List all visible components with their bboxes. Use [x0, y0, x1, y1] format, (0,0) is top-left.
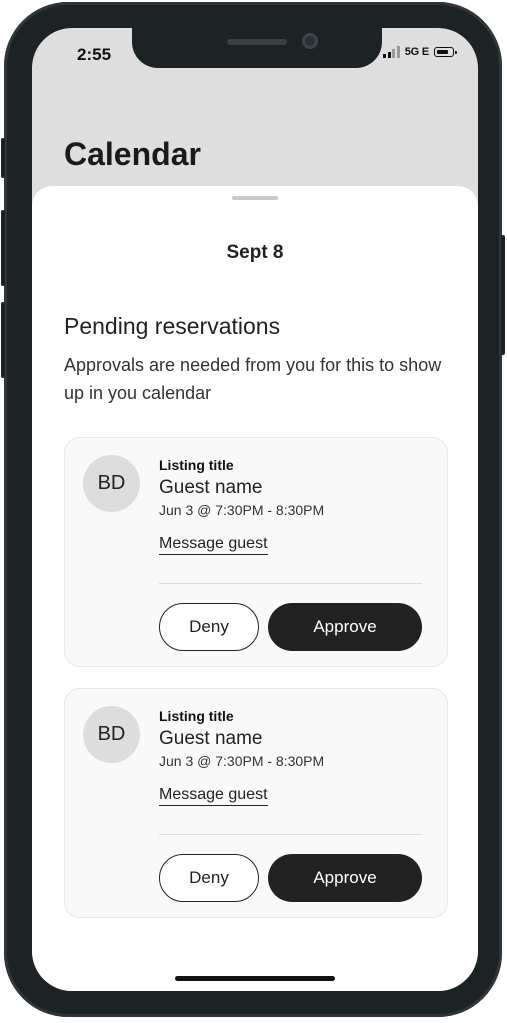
volume-up-button: [1, 210, 5, 286]
section-title: Pending reservations: [64, 313, 281, 339]
reservation-card: BD Listing title Guest name Jun 3 @ 7:30…: [64, 437, 448, 667]
battery-icon: [434, 47, 457, 57]
front-camera: [302, 33, 318, 49]
network-label: 5G E: [404, 46, 429, 58]
sheet-date: Sept 8: [226, 242, 284, 263]
mute-switch: [1, 138, 5, 178]
message-guest-link[interactable]: Message guest: [159, 535, 268, 555]
sheet-grabber[interactable]: [232, 196, 278, 200]
reservation-time: Jun 3 @ 7:30PM - 8:30PM: [159, 502, 325, 518]
listing-title: Listing title: [159, 708, 234, 724]
speaker-grille: [227, 39, 287, 45]
section-description: Approvals are needed from you for this t…: [64, 355, 442, 403]
phone-frame: 2:55 5G E Calendar Sept 8 Pending reserv…: [1, 2, 505, 1017]
notch: [132, 28, 382, 68]
reservation-details: Listing title Guest name Jun 3 @ 7:30PM …: [159, 707, 429, 806]
approve-button[interactable]: Approve: [268, 854, 422, 902]
status-indicators: 5G E: [383, 46, 457, 58]
deny-button[interactable]: Deny: [159, 854, 259, 902]
deny-button[interactable]: Deny: [159, 603, 259, 651]
reservation-details: Listing title Guest name Jun 3 @ 7:30PM …: [159, 456, 429, 555]
home-indicator[interactable]: [175, 976, 335, 981]
avatar: BD: [83, 706, 140, 763]
listing-title: Listing title: [159, 457, 234, 473]
reservation-time: Jun 3 @ 7:30PM - 8:30PM: [159, 753, 325, 769]
status-time: 2:55: [77, 45, 112, 64]
screen: 2:55 5G E Calendar Sept 8 Pending reserv…: [32, 28, 478, 991]
avatar: BD: [83, 455, 140, 512]
signal-icon: [383, 46, 400, 58]
bottom-sheet: Sept 8 Pending reservations Approvals ar…: [32, 186, 478, 991]
reservation-list: BD Listing title Guest name Jun 3 @ 7:30…: [64, 437, 448, 939]
reservation-card: BD Listing title Guest name Jun 3 @ 7:30…: [64, 688, 448, 918]
power-button: [501, 235, 505, 355]
guest-name: Guest name: [159, 728, 263, 749]
approve-button[interactable]: Approve: [268, 603, 422, 651]
divider: [159, 834, 422, 835]
guest-name: Guest name: [159, 477, 263, 498]
page-title: Calendar: [64, 136, 201, 172]
divider: [159, 583, 422, 584]
volume-down-button: [1, 302, 5, 378]
message-guest-link[interactable]: Message guest: [159, 786, 268, 806]
